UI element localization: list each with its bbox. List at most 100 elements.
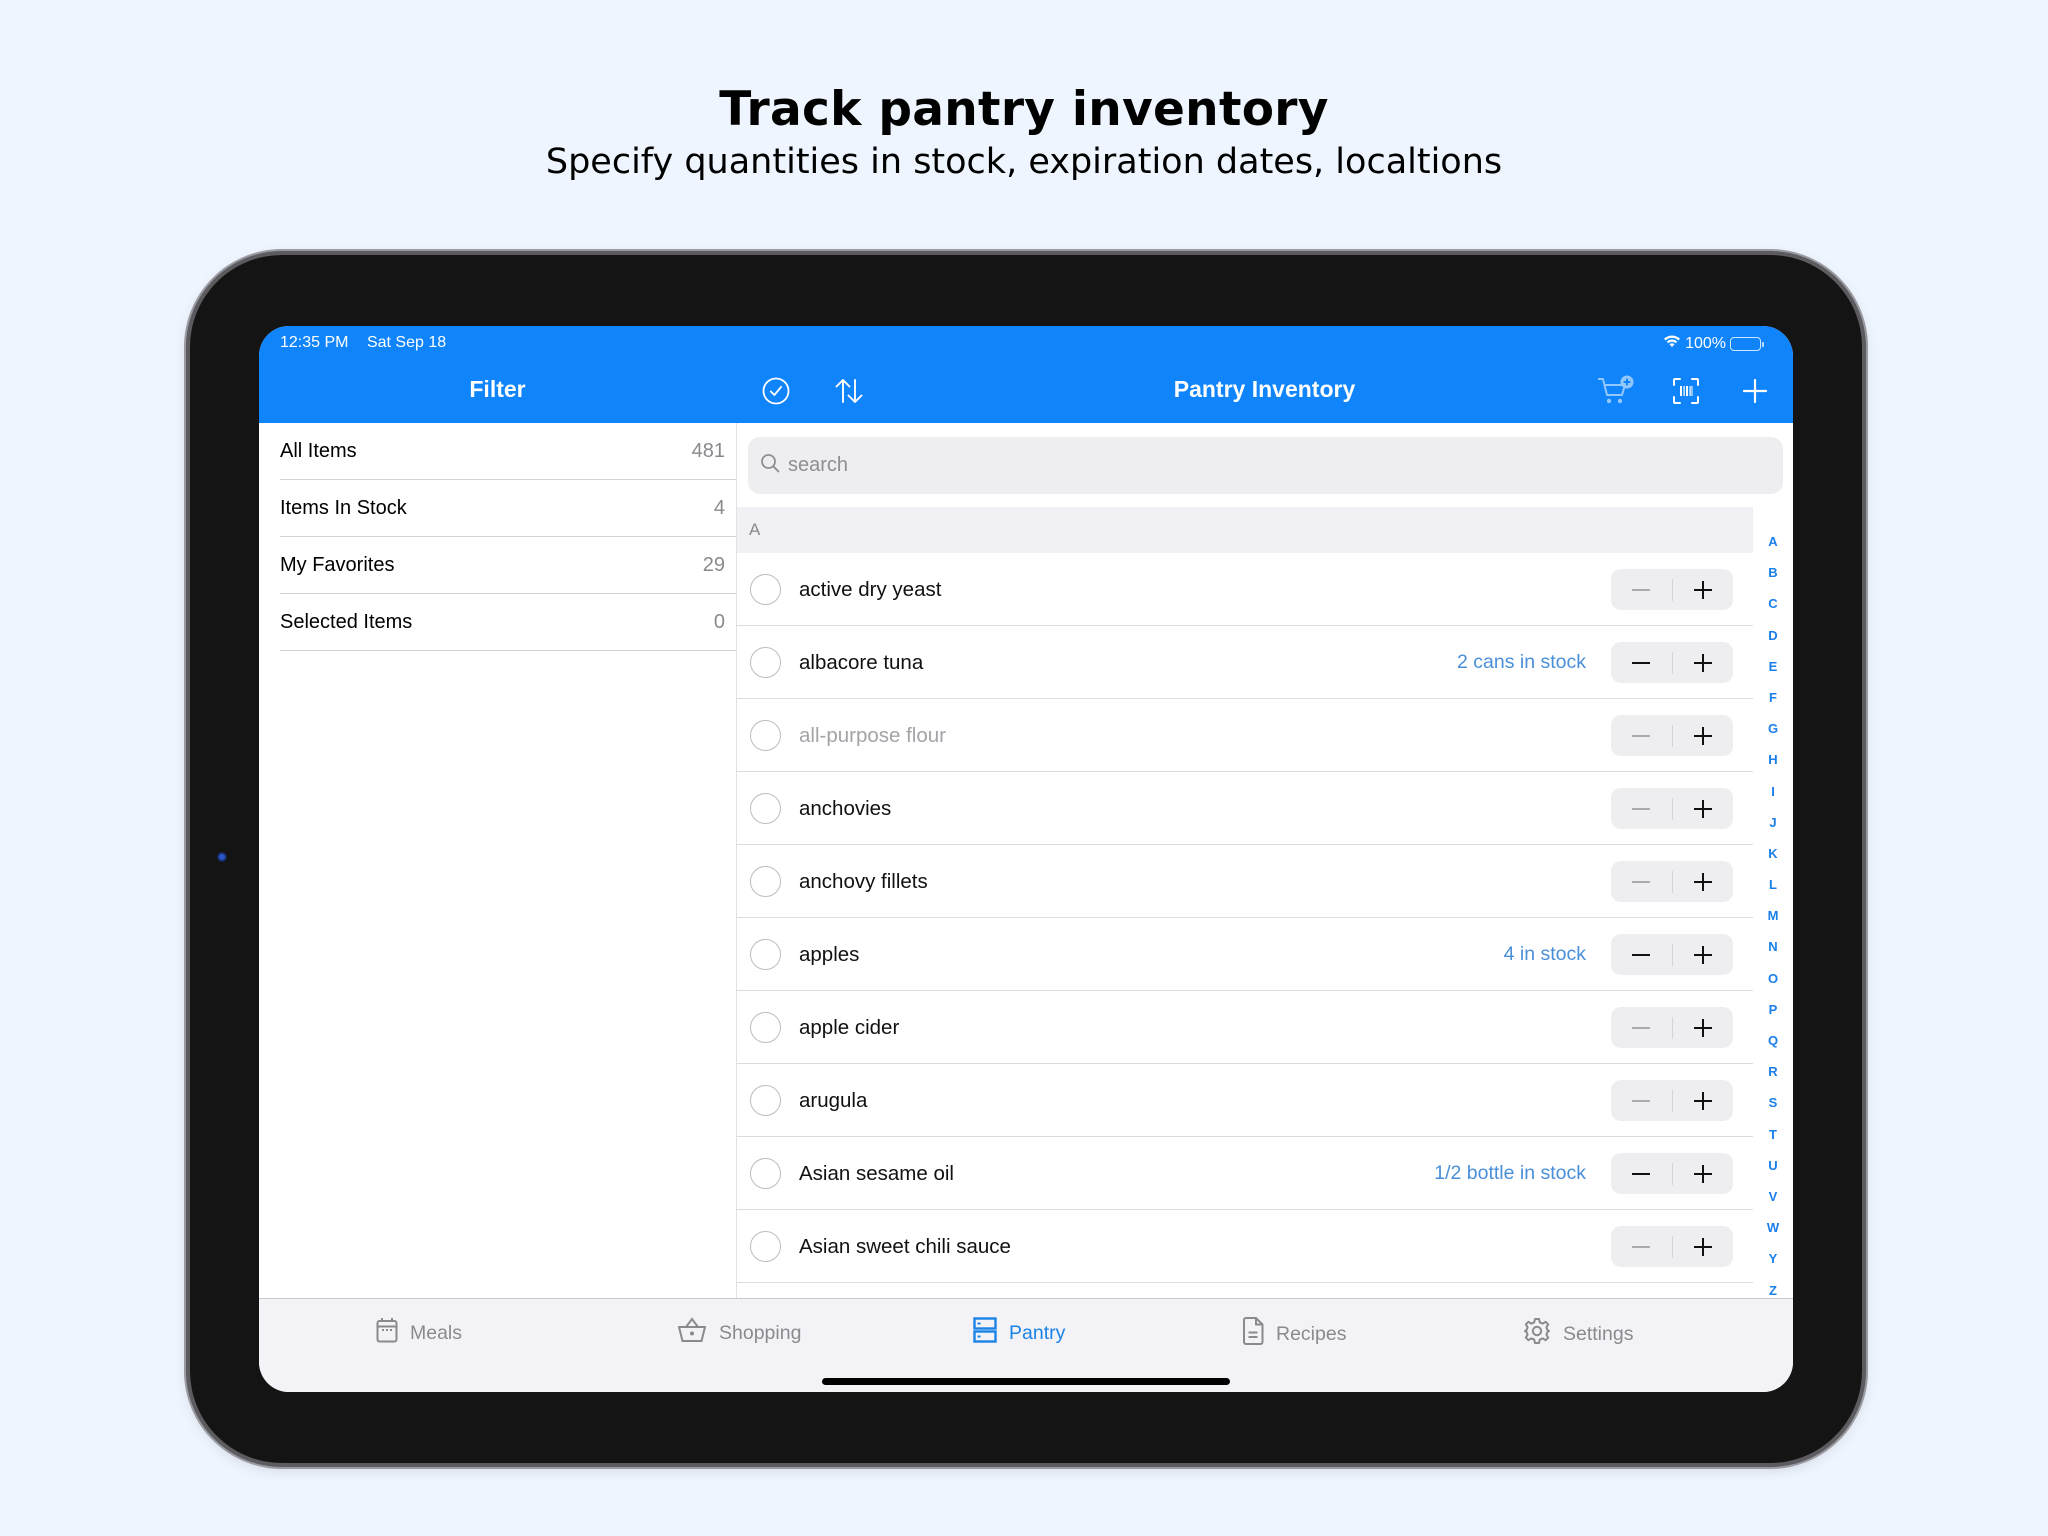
- list-item[interactable]: albacore tuna 2 cans in stock: [737, 626, 1753, 699]
- index-letter[interactable]: J: [1769, 807, 1776, 838]
- decrement-button[interactable]: [1611, 1226, 1672, 1267]
- increment-button[interactable]: [1672, 934, 1733, 975]
- select-radio[interactable]: [750, 866, 781, 897]
- list-item[interactable]: anchovies: [737, 772, 1753, 845]
- stock-quantity[interactable]: 2 cans in stock: [1457, 651, 1586, 674]
- index-letter[interactable]: G: [1768, 713, 1778, 744]
- decrement-button[interactable]: [1611, 861, 1672, 902]
- index-letter[interactable]: R: [1768, 1056, 1777, 1087]
- index-letter[interactable]: K: [1768, 838, 1777, 869]
- stock-quantity[interactable]: 1/2 bottle in stock: [1434, 1162, 1586, 1185]
- index-letter[interactable]: S: [1769, 1087, 1778, 1118]
- index-letter[interactable]: V: [1769, 1181, 1778, 1212]
- add-item-button[interactable]: [1738, 374, 1772, 408]
- add-to-cart-button[interactable]: [1596, 374, 1636, 408]
- increment-button[interactable]: [1672, 642, 1733, 683]
- tab-meals[interactable]: Meals: [376, 1317, 462, 1349]
- index-letter[interactable]: Z: [1769, 1275, 1777, 1299]
- alphabet-index[interactable]: ABCDEFGHIJKLMNOPQRSTUVWYZ: [1753, 526, 1793, 1298]
- index-letter[interactable]: F: [1769, 682, 1777, 713]
- barcode-scan-button[interactable]: [1669, 374, 1703, 408]
- index-letter[interactable]: C: [1768, 588, 1777, 619]
- select-radio[interactable]: [750, 1158, 781, 1189]
- filter-all-items[interactable]: All Items 481: [259, 423, 736, 480]
- filter-items-in-stock[interactable]: Items In Stock 4: [259, 480, 736, 537]
- list-item[interactable]: arugula: [737, 1064, 1753, 1137]
- increment-button[interactable]: [1672, 1153, 1733, 1194]
- increment-button[interactable]: [1672, 1080, 1733, 1121]
- tab-settings[interactable]: Settings: [1523, 1317, 1633, 1351]
- decrement-button[interactable]: [1611, 1153, 1672, 1194]
- calendar-icon: [376, 1317, 398, 1349]
- list-item[interactable]: Asian sesame oil 1/2 bottle in stock: [737, 1137, 1753, 1210]
- plus-icon: [1693, 1237, 1712, 1256]
- index-letter[interactable]: M: [1768, 900, 1779, 931]
- decrement-button[interactable]: [1611, 934, 1672, 975]
- decrement-button[interactable]: [1611, 715, 1672, 756]
- filter-my-favorites[interactable]: My Favorites 29: [259, 537, 736, 594]
- index-letter[interactable]: I: [1771, 776, 1775, 807]
- index-letter[interactable]: N: [1768, 931, 1777, 962]
- index-letter[interactable]: D: [1768, 620, 1777, 651]
- increment-button[interactable]: [1672, 788, 1733, 829]
- select-radio[interactable]: [750, 1085, 781, 1116]
- list-item[interactable]: Asian sweet chili sauce: [737, 1210, 1753, 1283]
- increment-button[interactable]: [1672, 861, 1733, 902]
- index-letter[interactable]: H: [1768, 744, 1777, 775]
- decrement-button[interactable]: [1611, 569, 1672, 610]
- index-letter[interactable]: L: [1769, 869, 1777, 900]
- index-letter[interactable]: P: [1769, 994, 1778, 1025]
- tab-label: Meals: [410, 1321, 463, 1344]
- minus-icon: [1632, 880, 1651, 883]
- list-item[interactable]: apple cider: [737, 991, 1753, 1064]
- list-item[interactable]: active dry yeast: [737, 553, 1753, 626]
- select-radio[interactable]: [750, 1231, 781, 1262]
- filter-sidebar: All Items 481 Items In Stock 4 My Favori…: [259, 423, 736, 1298]
- decrement-button[interactable]: [1611, 642, 1672, 683]
- index-letter[interactable]: W: [1767, 1212, 1779, 1243]
- increment-button[interactable]: [1672, 1226, 1733, 1267]
- index-letter[interactable]: E: [1769, 651, 1778, 682]
- item-name: Asian sweet chili sauce: [799, 1234, 1011, 1258]
- minus-icon: [1632, 807, 1651, 810]
- select-radio[interactable]: [750, 720, 781, 751]
- index-letter[interactable]: A: [1768, 526, 1777, 557]
- list-item[interactable]: anchovy fillets: [737, 845, 1753, 918]
- index-letter[interactable]: O: [1768, 963, 1778, 994]
- select-radio[interactable]: [750, 793, 781, 824]
- quantity-stepper: [1611, 1153, 1733, 1194]
- tab-pantry[interactable]: Pantry: [973, 1317, 1065, 1349]
- select-radio[interactable]: [750, 939, 781, 970]
- list-item[interactable]: [737, 1283, 1753, 1298]
- tab-recipes[interactable]: Recipes: [1242, 1317, 1346, 1351]
- stock-quantity[interactable]: 4 in stock: [1504, 943, 1586, 966]
- index-letter[interactable]: U: [1768, 1150, 1777, 1181]
- home-indicator[interactable]: [822, 1378, 1230, 1385]
- minus-icon: [1632, 1099, 1651, 1102]
- filter-selected-items[interactable]: Selected Items 0: [259, 594, 736, 651]
- decrement-button[interactable]: [1611, 1080, 1672, 1121]
- select-radio[interactable]: [750, 647, 781, 678]
- plus-icon: [1742, 378, 1768, 404]
- decrement-button[interactable]: [1611, 1007, 1672, 1048]
- select-radio[interactable]: [750, 1012, 781, 1043]
- tab-shopping[interactable]: Shopping: [677, 1317, 801, 1349]
- increment-button[interactable]: [1672, 569, 1733, 610]
- search-input[interactable]: [788, 454, 1688, 477]
- select-radio[interactable]: [750, 574, 781, 605]
- increment-button[interactable]: [1672, 1007, 1733, 1048]
- item-name: apple cider: [799, 1015, 900, 1039]
- plus-icon: [1693, 580, 1712, 599]
- search-field[interactable]: [748, 437, 1783, 494]
- index-letter[interactable]: B: [1768, 557, 1777, 588]
- index-letter[interactable]: T: [1769, 1119, 1777, 1150]
- index-letter[interactable]: Y: [1769, 1243, 1778, 1274]
- minus-icon: [1632, 953, 1651, 956]
- decrement-button[interactable]: [1611, 788, 1672, 829]
- list-item[interactable]: all-purpose flour: [737, 699, 1753, 772]
- index-letter[interactable]: Q: [1768, 1025, 1778, 1056]
- list-item[interactable]: apples 4 in stock: [737, 918, 1753, 991]
- status-date: Sat Sep 18: [366, 334, 447, 351]
- increment-button[interactable]: [1672, 715, 1733, 756]
- quantity-stepper: [1611, 788, 1733, 829]
